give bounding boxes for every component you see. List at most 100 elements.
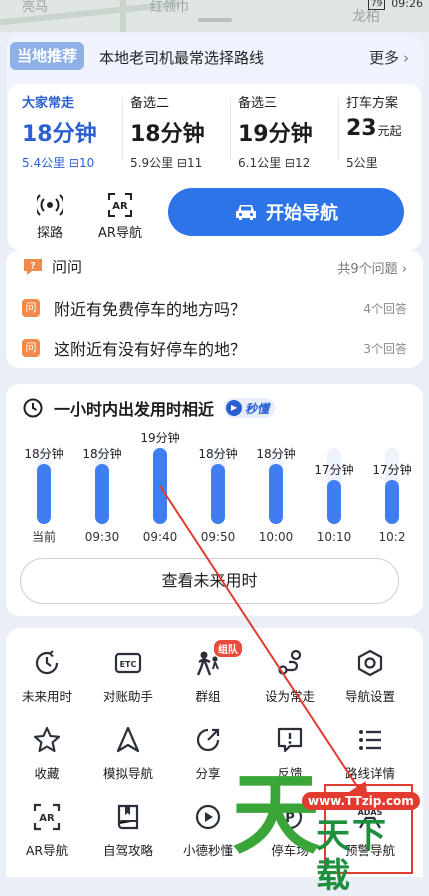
- bar-value-label: 18分钟: [198, 446, 237, 461]
- time-bar[interactable]: [153, 448, 167, 524]
- tool-label: AR导航: [25, 843, 69, 858]
- more-button[interactable]: 更多 ›: [369, 47, 409, 68]
- tool-ar-nav[interactable]: AR AR导航: [7, 802, 87, 862]
- route-option-popular[interactable]: 大家常走 18分钟 5.4公里 ⊟10: [22, 92, 118, 172]
- probe-label: 探路: [36, 226, 63, 241]
- route-meta: 6.1公里 ⊟12: [238, 156, 311, 170]
- qa-question: 附近有免费停车的地方吗？: [54, 300, 247, 319]
- time-bar[interactable]: [211, 464, 225, 524]
- start-navigation-button[interactable]: 开始导航: [168, 188, 404, 236]
- miaodong-badge[interactable]: ▶ 秒懂: [224, 398, 276, 418]
- recommend-subtitle: 本地老司机最常选择路线: [99, 49, 265, 67]
- time-bar[interactable]: [269, 464, 283, 524]
- drag-handle[interactable]: [198, 18, 232, 22]
- tool-favorite[interactable]: 收藏: [7, 725, 87, 785]
- route-option-alt3[interactable]: 备选三 19分钟 6.1公里 ⊟12: [238, 92, 334, 172]
- route-label: 大家常走: [22, 96, 75, 111]
- departure-time-chart[interactable]: 18分钟当前 18分钟 09:30 19分钟 09:40 18分钟 09:50 18分钟 10:…: [6, 428, 423, 548]
- tool-simulate-nav[interactable]: 模拟导航: [88, 725, 168, 785]
- qa-answer-count: 3个回答: [363, 341, 407, 356]
- tool-label: 模拟导航: [102, 766, 153, 781]
- tool-label: 设为常走: [264, 689, 315, 704]
- map-label: 红领巾: [150, 0, 190, 15]
- qa-count-link[interactable]: 共9个问题 ›: [337, 258, 407, 277]
- share-icon: [196, 728, 220, 752]
- svg-text:AR: AR: [39, 813, 55, 824]
- time-bar[interactable]: [385, 480, 399, 524]
- svg-text:?: ?: [30, 261, 35, 271]
- route-meta: 5.4公里 ⊟10: [22, 156, 95, 170]
- route-time: 19分钟: [238, 122, 313, 147]
- route-price: 23元起: [346, 116, 402, 141]
- route-label: 备选二: [130, 96, 170, 111]
- departure-time-header: 一小时内出发用时相近 ▶ 秒懂: [22, 396, 276, 420]
- tool-label: 群组: [195, 689, 221, 704]
- local-recommend-tag: 当地推荐: [10, 42, 85, 70]
- clock-icon: [35, 650, 59, 675]
- qa-item[interactable]: 问 附近有免费停车的地方吗？ 4个回答: [22, 295, 407, 321]
- start-navigation-label: 开始导航: [266, 203, 338, 224]
- play-icon: ▶: [226, 400, 243, 416]
- tool-nav-settings[interactable]: 导航设置: [330, 648, 410, 708]
- tool-feedback[interactable]: 反馈: [250, 725, 330, 785]
- qa-title: 问问: [52, 258, 83, 276]
- x-tick-label: 09:40: [143, 530, 178, 544]
- departure-time-title: 一小时内出发用时相近: [54, 400, 215, 419]
- time-bar[interactable]: [95, 464, 109, 524]
- bar-value-label: 17分钟: [372, 462, 411, 477]
- qa-header[interactable]: ? 问问: [22, 256, 82, 277]
- question-icon: 问: [22, 339, 40, 357]
- tool-etc-assistant[interactable]: ETC 对账助手: [88, 648, 168, 708]
- bar-value-label: 18分钟: [256, 446, 295, 461]
- route-label: 打车方案: [346, 96, 399, 111]
- x-tick-label: 09:30: [85, 530, 120, 544]
- x-tick-label: 当前: [32, 529, 56, 544]
- tool-set-frequent[interactable]: 设为常走: [250, 648, 330, 708]
- tool-label: 小德秒懂: [182, 843, 233, 858]
- route-meta: 5公里: [346, 156, 378, 170]
- time-bar[interactable]: [37, 464, 51, 524]
- x-tick-label: 09:50: [201, 530, 236, 544]
- tool-label: 停车场: [271, 843, 309, 858]
- route-option-alt2[interactable]: 备选二 18分钟 5.9公里 ⊟11: [130, 92, 226, 172]
- time-bar[interactable]: [327, 480, 341, 524]
- probe-button[interactable]: 探路: [20, 192, 80, 244]
- book-icon: [117, 804, 139, 830]
- svg-text:ETC: ETC: [120, 660, 137, 669]
- chevron-right-icon: ›: [403, 49, 409, 67]
- ar-nav-button[interactable]: AR AR导航: [90, 192, 150, 244]
- gear-hex-icon: [357, 649, 383, 677]
- qa-card: ? 问问 共9个问题 › 问 附近有免费停车的地方吗？ 4个回答 问 这附近有没…: [6, 250, 423, 368]
- recommend-card: 当地推荐 本地老司机最常选择路线 更多 › 大家常走 18分钟 5.4公里 ⊟10…: [6, 34, 423, 250]
- tool-route-details[interactable]: 路线详情: [330, 725, 410, 785]
- status-bar: 79 09:26: [367, 0, 423, 10]
- signal-probe-icon: [37, 194, 63, 216]
- qa-question: 这附近有没有好停车的地？: [54, 340, 247, 359]
- qa-answer-count: 4个回答: [363, 301, 407, 316]
- tool-group[interactable]: 组队 群组: [168, 640, 248, 708]
- route-option-taxi[interactable]: 打车方案 23元起 5公里: [346, 92, 418, 172]
- tool-xiaode-miaodong[interactable]: 小德秒懂: [168, 802, 248, 862]
- qa-item[interactable]: 问 这附近有没有好停车的地？ 3个回答: [22, 335, 407, 361]
- route-meta: 5.9公里 ⊟11: [130, 156, 203, 170]
- map-strip[interactable]: 亮马 红领巾 龙柏 79 09:26: [0, 0, 429, 32]
- tool-future-time[interactable]: 未来用时: [7, 648, 87, 708]
- map-road: [120, 0, 126, 32]
- svg-text:AR: AR: [112, 201, 128, 212]
- departure-time-card: 一小时内出发用时相近 ▶ 秒懂 18分钟 当前 18分钟 09:30 19分钟 09:40…: [6, 384, 423, 616]
- tool-parking[interactable]: P 停车场: [250, 802, 330, 862]
- tool-drive-guide[interactable]: 自驾攻略: [88, 802, 168, 862]
- tool-label: 未来用时: [21, 689, 72, 704]
- divider: [122, 98, 123, 160]
- route-time: 18分钟: [130, 122, 205, 147]
- route-label: 备选三: [238, 96, 278, 111]
- tool-label: 路线详情: [344, 766, 395, 781]
- bar-value-label: 17分钟: [314, 462, 353, 477]
- divider: [338, 98, 339, 160]
- view-future-time-button[interactable]: 查看未来用时: [20, 558, 399, 604]
- team-badge: 组队: [214, 640, 242, 657]
- tool-share[interactable]: 分享: [168, 725, 248, 785]
- play-circle-icon: [195, 804, 221, 830]
- highlight-box: [324, 784, 413, 874]
- route-pin-icon: [278, 649, 302, 675]
